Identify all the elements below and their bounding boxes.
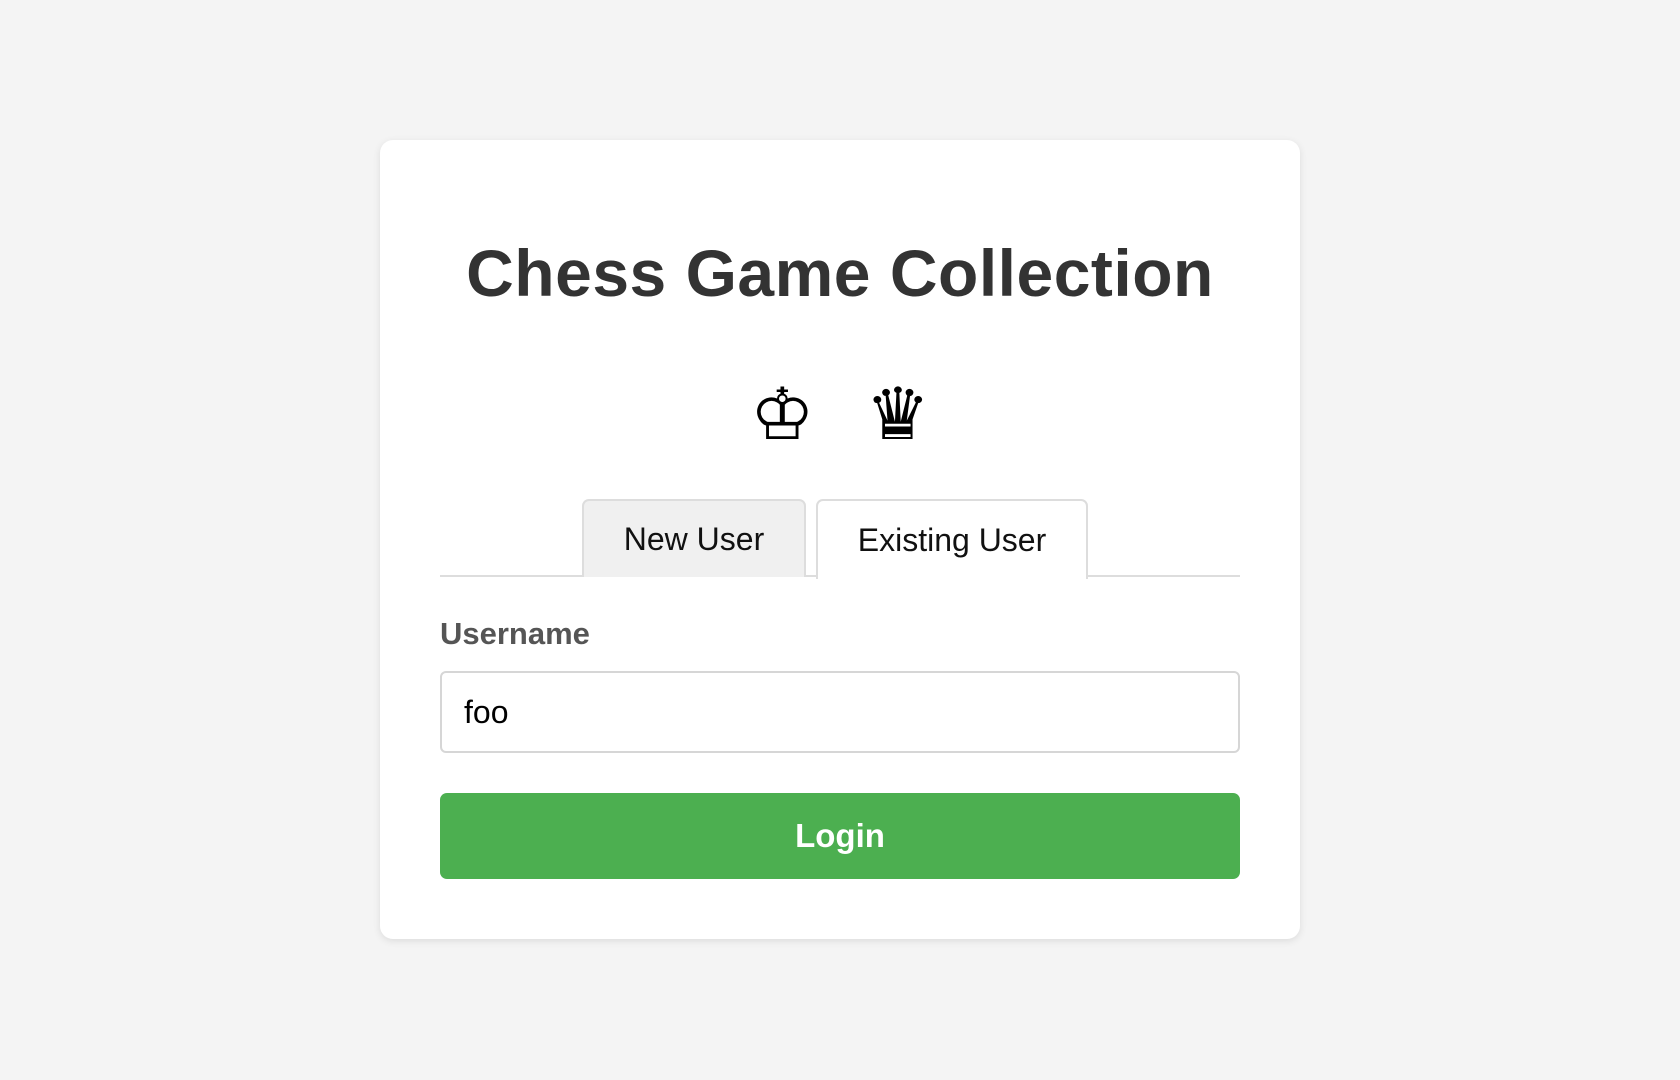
username-label: Username	[440, 616, 590, 651]
tab-existing-user[interactable]: Existing User	[816, 499, 1088, 579]
chess-pieces: ♔ ♛	[0, 378, 1680, 450]
tab-new-user[interactable]: New User	[582, 499, 806, 577]
page-title: Chess Game Collection	[466, 236, 1214, 310]
username-input[interactable]	[440, 671, 1240, 753]
login-button[interactable]: Login	[440, 793, 1240, 879]
king-icon: ♔	[750, 372, 815, 456]
tab-bar: New User Existing User	[440, 497, 1240, 579]
queen-icon: ♛	[865, 372, 930, 456]
